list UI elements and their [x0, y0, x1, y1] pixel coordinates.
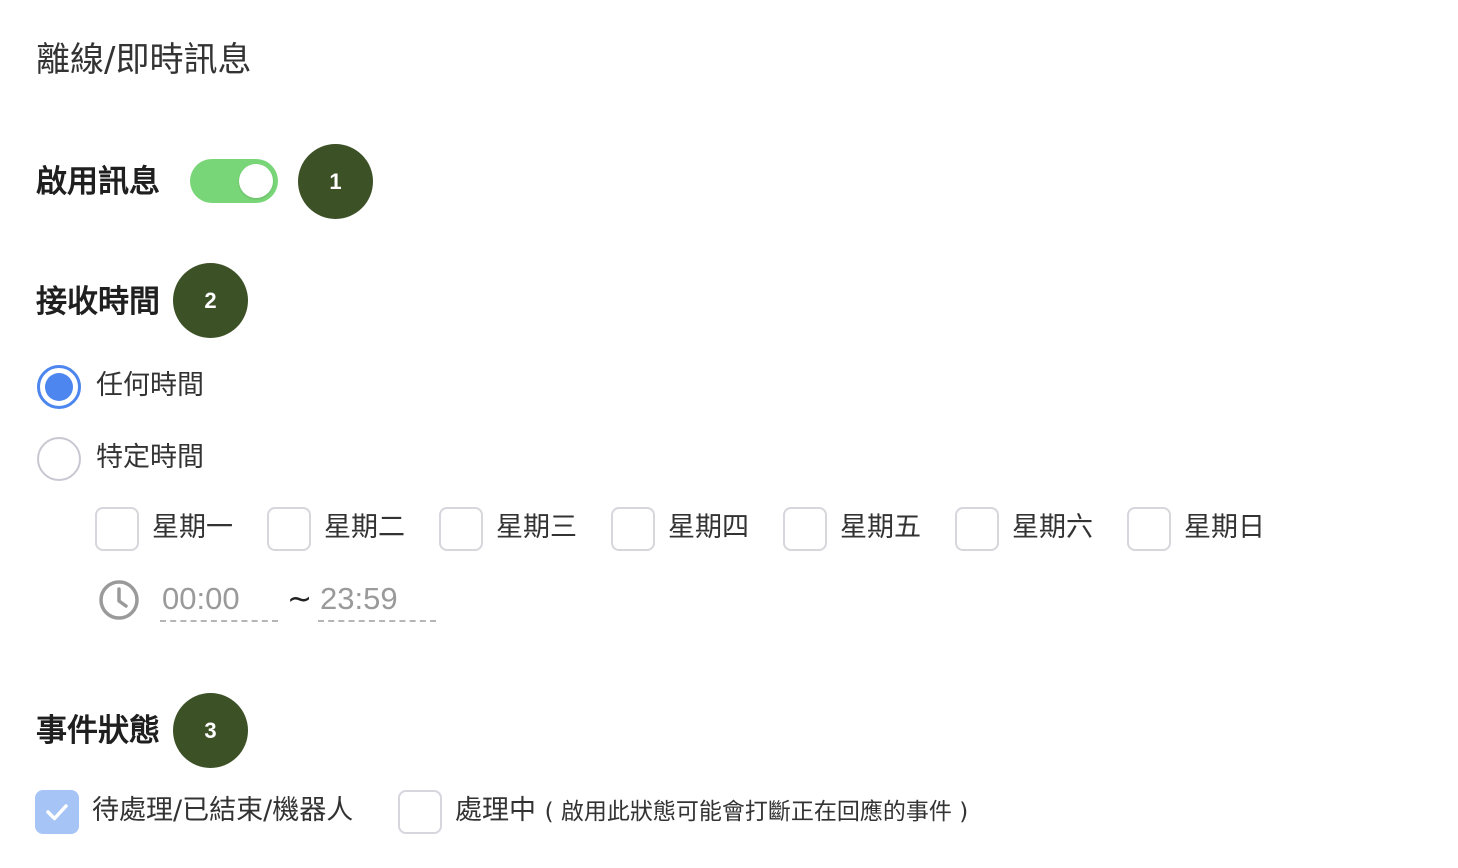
radio-specific-time[interactable]	[37, 437, 81, 481]
check-icon	[46, 804, 68, 821]
event-status-label: 事件狀態	[36, 713, 160, 749]
step-badge-1: 1	[298, 144, 373, 219]
checkbox-sunday-label[interactable]: 星期日	[1184, 510, 1265, 546]
enable-messages-label: 啟用訊息	[36, 164, 160, 200]
checkbox-pending-closed-bot[interactable]	[35, 790, 79, 834]
radio-any-time-label[interactable]: 任何時間	[96, 368, 204, 404]
checkbox-friday[interactable]	[783, 507, 827, 551]
end-time-input[interactable]	[318, 582, 436, 622]
step-badge-2: 2	[173, 263, 248, 338]
start-time-input[interactable]	[160, 582, 278, 622]
checkbox-thursday[interactable]	[611, 507, 655, 551]
checkbox-saturday-label[interactable]: 星期六	[1012, 510, 1093, 546]
clock-icon	[98, 579, 140, 621]
checkbox-monday-label[interactable]: 星期一	[152, 510, 233, 546]
radio-selected-dot	[45, 373, 73, 401]
checkbox-saturday[interactable]	[955, 507, 999, 551]
enable-messages-toggle[interactable]	[190, 159, 278, 203]
in-progress-note: ( 啟用此狀態可能會打斷正在回應的事件 )	[544, 799, 969, 825]
checkbox-tuesday[interactable]	[267, 507, 311, 551]
checkbox-thursday-label[interactable]: 星期四	[668, 510, 749, 546]
step-badge-3: 3	[173, 693, 248, 768]
radio-specific-time-label[interactable]: 特定時間	[96, 440, 204, 476]
checkbox-sunday[interactable]	[1127, 507, 1171, 551]
radio-any-time[interactable]	[37, 365, 81, 409]
checkbox-wednesday-label[interactable]: 星期三	[496, 510, 577, 546]
time-range-separator: ~	[287, 582, 313, 617]
page-title: 離線/即時訊息	[36, 40, 252, 80]
checkbox-in-progress-label[interactable]: 處理中 ( 啟用此狀態可能會打斷正在回應的事件 )	[455, 793, 968, 830]
checkbox-wednesday[interactable]	[439, 507, 483, 551]
checkbox-monday[interactable]	[95, 507, 139, 551]
toggle-knob	[239, 164, 273, 198]
checkbox-pending-closed-bot-label[interactable]: 待處理/已結束/機器人	[92, 793, 353, 829]
receive-time-label: 接收時間	[36, 284, 160, 320]
checkbox-tuesday-label[interactable]: 星期二	[324, 510, 405, 546]
in-progress-label-text: 處理中	[455, 795, 536, 826]
checkbox-in-progress[interactable]	[398, 790, 442, 834]
checkbox-friday-label[interactable]: 星期五	[840, 510, 921, 546]
